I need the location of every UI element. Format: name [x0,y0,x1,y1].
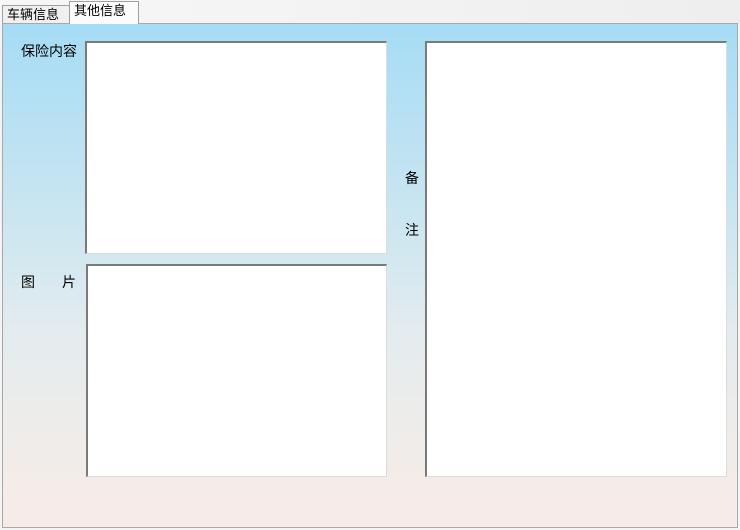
insurance-content-label: 保险内容 [21,44,77,60]
other-info-panel: 保险内容 图 片 备 注 [2,23,738,528]
tab-other-info[interactable]: 其他信息 [69,1,139,24]
remark-label-top: 备 [405,171,419,187]
picture-label-right: 片 [62,275,76,291]
insurance-content-textarea[interactable] [85,41,387,254]
picture-box[interactable] [86,264,387,477]
tab-vehicle-info[interactable]: 车辆信息 [2,5,70,24]
remark-label-bottom: 注 [405,223,419,239]
remark-textarea[interactable] [425,41,727,477]
tab-other-info-label: 其他信息 [74,4,127,19]
tab-vehicle-info-label: 车辆信息 [7,8,60,23]
tab-strip: 车辆信息 其他信息 [0,0,740,24]
form-window: 车辆信息 其他信息 保险内容 图 片 备 注 [0,0,740,530]
picture-label-left: 图 [21,275,35,291]
